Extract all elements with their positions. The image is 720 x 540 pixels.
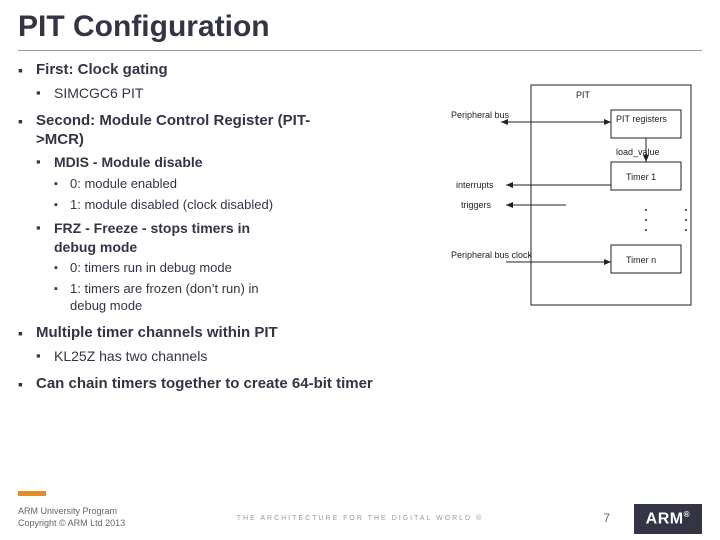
bullet-3-1: KL25Z has two channels (36, 347, 702, 365)
bullet-3-1-text: KL25Z has two channels (54, 348, 207, 364)
footer: ARM University Program Copyright © ARM L… (0, 496, 720, 540)
bullet-3-text: Multiple timer channels within PIT (36, 324, 278, 341)
title-rule (18, 50, 702, 51)
bullet-2-1-1-text: 0: module enabled (70, 176, 177, 191)
bullet-3: Multiple timer channels within PIT KL25Z… (18, 324, 702, 365)
bullet-2-1-text: MDIS - Module disable (54, 154, 203, 170)
diagram-timern: Timer n (626, 255, 656, 265)
bullet-2-1-1: 0: module enabled (54, 176, 296, 193)
diagram-triggers: triggers (461, 200, 492, 210)
diagram-timer1: Timer 1 (626, 172, 656, 182)
bullet-2-2-text: FRZ - Freeze - stops timers in debug mod… (54, 220, 250, 254)
bullet-2-1-2-text: 1: module disabled (clock disabled) (70, 197, 273, 212)
slide-title: PIT Configuration (0, 0, 720, 50)
diagram-title: PIT (576, 90, 591, 100)
arm-logo: ARM® (634, 504, 702, 534)
bullet-2-2-1-text: 0: timers run in debug mode (70, 260, 232, 275)
bullet-2: Second: Module Control Register (PIT->MC… (18, 112, 358, 315)
footer-tagline: THE ARCHITECTURE FOR THE DIGITAL WORLD ® (237, 515, 483, 522)
footer-line2: Copyright © ARM Ltd 2013 (18, 518, 125, 530)
bullet-2-1: MDIS - Module disable 0: module enabled … (36, 153, 296, 213)
diagram-pit-registers: PIT registers (616, 114, 667, 124)
page-number: 7 (603, 511, 610, 525)
bullet-2-2-2: 1: timers are frozen (don’t run) in debu… (54, 281, 276, 315)
bullet-2-2-2-text: 1: timers are frozen (don’t run) in debu… (70, 281, 259, 313)
footer-line1: ARM University Program (18, 506, 125, 518)
diagram-peripheral-bus: Peripheral bus (451, 110, 510, 120)
bullet-2-1-2: 1: module disabled (clock disabled) (54, 197, 274, 214)
bullet-4: Can chain timers together to create 64-b… (18, 375, 702, 394)
diagram-load-value: load_value (616, 147, 660, 157)
pit-block-diagram: PIT PIT registers Peripheral bus load_va… (446, 80, 696, 310)
bullet-1-1-text: SIMCGC6 PIT (54, 85, 143, 101)
diagram-interrupts: interrupts (456, 180, 494, 190)
bullet-4-text: Can chain timers together to create 64-b… (36, 375, 373, 392)
bullet-2-text: Second: Module Control Register (PIT->MC… (36, 112, 310, 148)
bullet-1-text: First: Clock gating (36, 61, 168, 78)
diagram-pbclock: Peripheral bus clock (451, 250, 533, 260)
bullet-2-2-1: 0: timers run in debug mode (54, 260, 254, 277)
arm-logo-text: ARM (646, 510, 684, 527)
footer-copyright: ARM University Program Copyright © ARM L… (18, 506, 125, 529)
bullet-2-2: FRZ - Freeze - stops timers in debug mod… (36, 219, 276, 314)
